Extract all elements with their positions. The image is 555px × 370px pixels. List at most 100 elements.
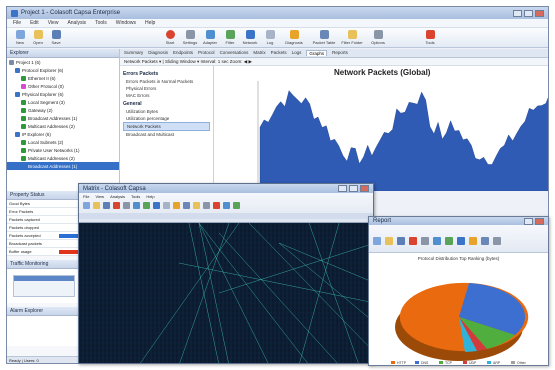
filter-folder-button[interactable]: Filter Folder [341,30,363,45]
tree-item[interactable]: Broadcast Addresses (1) [7,114,119,122]
tree-item[interactable]: Multicast Addresses (2) [7,122,119,130]
report-tool-icon[interactable] [445,237,453,245]
tree-item[interactable]: Broadcast Addresses (1) [7,162,119,170]
report-minimize-button[interactable] [524,217,533,225]
tab-conversations[interactable]: Conversations [220,50,249,56]
matrix-tool-icon[interactable] [133,202,140,209]
tree-item[interactable]: IP Explorer (6) [7,130,119,138]
tree-item[interactable]: Private User Networks (1) [7,146,119,154]
diagnosis-button[interactable]: Diagnosis [283,30,305,45]
menu-edit[interactable]: Edit [30,20,39,26]
report-tool-icon[interactable] [421,237,429,245]
packet-table-button[interactable]: Packet Table [313,30,335,45]
matrix-minimize-button[interactable] [338,185,347,192]
tree-item-label: Gateway (2) [28,107,53,113]
report-tool-icon[interactable] [385,237,393,245]
save-button[interactable]: Save [45,30,67,45]
tree-item[interactable]: Multicast Addresses (2) [7,154,119,162]
filter-button[interactable]: Filter [219,30,241,45]
report-tool-icon[interactable] [493,237,501,245]
matrix-tool-icon[interactable] [203,202,210,209]
matrix-menu-analysis[interactable]: Analysis [110,194,125,199]
matrix-menu-tools[interactable]: Tools [131,194,140,199]
tab-logs[interactable]: Logs [292,50,302,56]
menu-tools[interactable]: Tools [95,20,107,26]
tree-item[interactable]: Other Protocol (0) [7,82,119,90]
report-tool-icon[interactable] [481,237,489,245]
matrix-tool-icon[interactable] [163,202,170,209]
matrix-toolbar: File View Analysis Tools Help [79,193,373,223]
log-button[interactable]: Log [259,30,281,45]
tab-summary[interactable]: Summary [124,50,143,56]
property-panel: Property Status Good Bytes Error Packets P… [7,191,87,363]
matrix-tool-icon[interactable] [93,202,100,209]
matrix-tool-icon[interactable] [213,202,220,209]
report-tool-icon[interactable] [469,237,477,245]
matrix-maximize-button[interactable] [349,185,358,192]
tree-item[interactable]: Physical Explorer (6) [7,90,119,98]
network-button[interactable]: Network [239,30,261,45]
matrix-tool-icon[interactable] [233,202,240,209]
tree-item[interactable]: Local Segment (3) [7,98,119,106]
matrix-tool-icon[interactable] [193,202,200,209]
report-close-button[interactable] [535,217,544,225]
tree-item[interactable]: Project 1 (6) [7,58,119,66]
matrix-tool-icon[interactable] [153,202,160,209]
tab-reports[interactable]: Reports [332,50,348,56]
matrix-tool-icon[interactable] [223,202,230,209]
tree-item-label: Local Subnets (2) [28,139,64,145]
matrix-close-button[interactable] [360,185,369,192]
graph-group-header[interactable]: General [123,101,210,107]
menu-analysis[interactable]: Analysis [67,20,86,26]
report-window-title: Report [373,218,392,224]
graph-list-item[interactable]: Utilization Bytes [123,108,210,115]
matrix-tool-icon[interactable] [123,202,130,209]
matrix-tool-icon[interactable] [103,202,110,209]
tab-matrix[interactable]: Matrix [253,50,265,56]
graph-list-item[interactable]: MAC Errors [123,92,210,99]
options-button[interactable]: Options [367,30,389,45]
report-tool-icon[interactable] [373,237,381,245]
matrix-tool-icon[interactable] [113,202,120,209]
graph-group-header[interactable]: Errors Packets [123,71,210,77]
tab-protocol[interactable]: Protocol [198,50,215,56]
graph-list-item[interactable]: Physical Errors [123,85,210,92]
matrix-tool-icon[interactable] [173,202,180,209]
menu-windows[interactable]: Windows [116,20,136,26]
matrix-menu-view[interactable]: View [95,194,104,199]
maximize-button[interactable] [524,9,533,17]
report-tool-icon[interactable] [397,237,405,245]
graph-list-item[interactable]: Utilization percentage [123,115,210,122]
report-tool-icon[interactable] [433,237,441,245]
tab-endpoints[interactable]: Endpoints [173,50,193,56]
start-button[interactable]: Start [159,30,181,45]
graph-options-bar[interactable]: Network Packets ▾ | Sliding Window ▾ Int… [120,58,548,66]
report-tool-icon[interactable] [409,237,417,245]
matrix-menu-help[interactable]: Help [146,194,154,199]
tree-node-icon [15,67,20,73]
tab-graphs[interactable]: Graphs [306,50,328,56]
graph-list-item[interactable]: Errors Packets in Normal Packets [123,78,210,85]
tab-diagnosis[interactable]: Diagnosis [148,50,168,56]
tab-packets[interactable]: Packets [271,50,287,56]
menu-view[interactable]: View [48,20,59,26]
menu-file[interactable]: File [13,20,21,26]
graph-list-item[interactable]: Broadcast and Multicast [123,131,210,138]
settings-button[interactable]: Settings [179,30,201,45]
matrix-tool-icon[interactable] [183,202,190,209]
close-button[interactable] [535,9,544,17]
tools-button[interactable]: Tools [419,30,441,45]
matrix-menu-file[interactable]: File [83,194,89,199]
graph-list-item[interactable]: Network Packets [123,122,210,131]
report-tool-icon[interactable] [457,237,465,245]
traffic-thumbnail [13,275,75,297]
matrix-tool-icon[interactable] [83,202,90,209]
matrix-tool-icon[interactable] [143,202,150,209]
tree-item[interactable]: Protocol Explorer (6) [7,66,119,74]
tree-item[interactable]: Gateway (2) [7,106,119,114]
tree-item[interactable]: Ethernet II (6) [7,74,119,82]
minimize-button[interactable] [513,9,522,17]
adapter-button[interactable]: Adapter [199,30,221,45]
menu-help[interactable]: Help [145,20,155,26]
tree-item[interactable]: Local Subnets (2) [7,138,119,146]
